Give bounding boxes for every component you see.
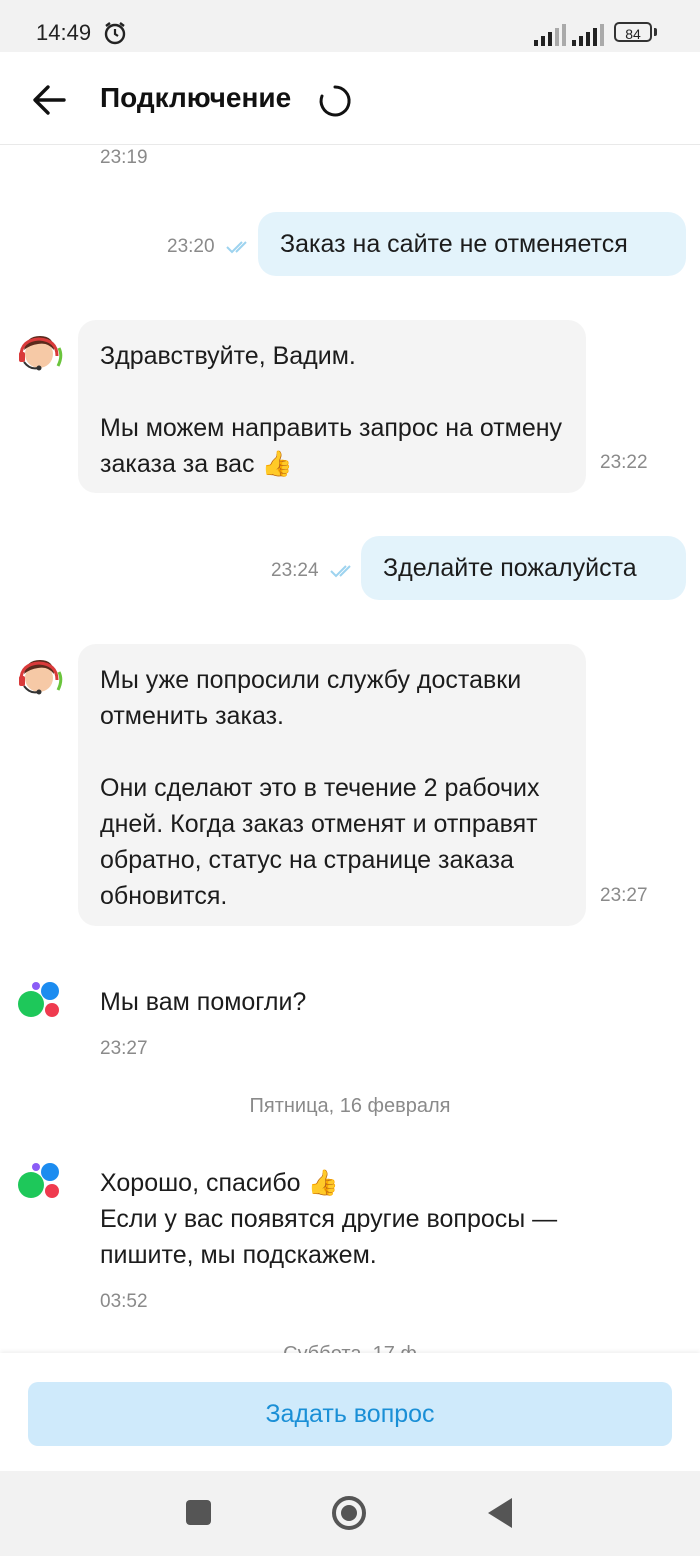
outgoing-message-bubble[interactable]: Зделайте пожалуйста	[361, 536, 686, 600]
outgoing-message-bubble[interactable]: Заказ на сайте не отменяется	[258, 212, 686, 276]
message-time: 23:22	[600, 452, 648, 473]
signal-icon	[534, 24, 566, 46]
alarm-icon	[104, 22, 126, 45]
bot-logo-icon	[18, 1163, 59, 1198]
incoming-message-bubble[interactable]: Мы уже попросили службу доставки отменит…	[78, 644, 586, 926]
message-text: Заказ на сайте не отменяется	[280, 229, 628, 258]
loading-spinner-icon	[319, 85, 351, 117]
battery-level: 84	[614, 22, 652, 42]
page-title: Подключение	[100, 82, 292, 113]
message-time: 23:27	[600, 885, 648, 906]
message-time: 23:19	[100, 147, 148, 168]
message-time: 23:20	[167, 236, 215, 257]
status-time: 14:49	[36, 20, 92, 45]
chat-history[interactable]: 23:19 23:20 Заказ на сайте не отменяется…	[0, 145, 700, 1353]
status-bar: 14:49 84	[0, 0, 700, 52]
operator-avatar	[19, 660, 63, 695]
battery-tip	[654, 28, 657, 36]
date-separator: Суббота, 17 ф	[0, 1343, 700, 1353]
read-check-icon	[330, 565, 351, 578]
home-button-icon[interactable]	[331, 1495, 367, 1531]
message-time: 23:27	[100, 1038, 148, 1059]
signal-icon	[572, 24, 604, 46]
bot-message-text: Хорошо, спасибо 👍 Если у вас появятся др…	[100, 1169, 558, 1269]
read-check-icon	[226, 241, 247, 254]
message-text: Зделайте пожалуйста	[383, 553, 637, 582]
back-arrow-icon[interactable]	[30, 82, 70, 118]
incoming-message-bubble[interactable]: Здравствуйте, Вадим. Мы можем направить …	[78, 320, 586, 493]
message-time: 03:52	[100, 1291, 148, 1312]
bot-message-text: Мы вам помогли?	[100, 988, 307, 1016]
app-bar: Подключение	[0, 52, 700, 145]
message-time: 23:24	[271, 560, 319, 581]
nav-back-icon[interactable]	[486, 1496, 514, 1530]
bottom-panel: Задать вопрос	[0, 1353, 700, 1471]
system-navigation-bar	[0, 1471, 700, 1556]
date-separator: Пятница, 16 февраля	[249, 1095, 451, 1117]
recent-apps-button[interactable]	[186, 1500, 211, 1525]
ask-question-button[interactable]: Задать вопрос	[28, 1382, 672, 1446]
bot-logo-icon	[18, 982, 59, 1017]
operator-avatar	[19, 336, 63, 371]
